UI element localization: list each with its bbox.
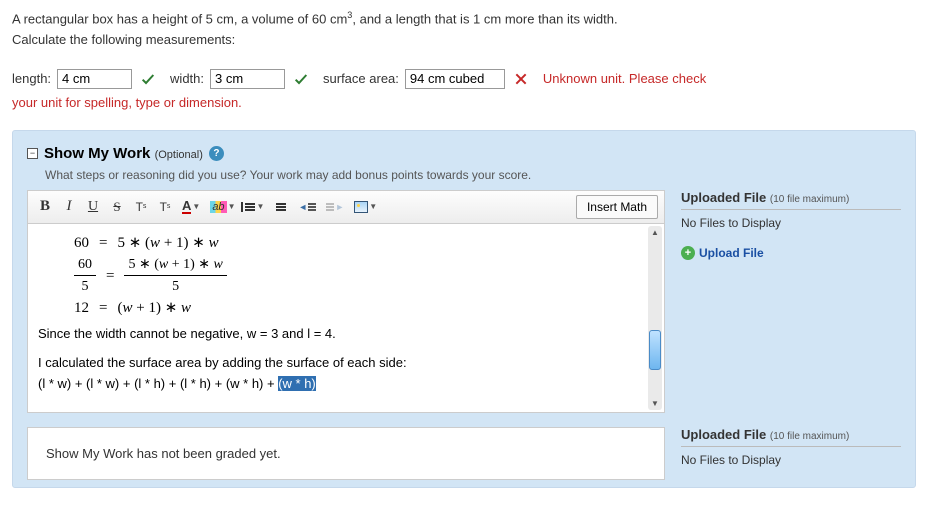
answers-row: length: width: surface area: Unknown uni… xyxy=(12,69,916,89)
collapse-toggle[interactable]: − xyxy=(27,148,38,159)
work-paragraph-1: Since the width cannot be negative, w = … xyxy=(38,326,644,341)
editor-scrollbar[interactable]: ▲ ▼ xyxy=(648,226,662,410)
math-eq: = xyxy=(106,265,114,288)
insert-math-button[interactable]: Insert Math xyxy=(576,195,658,219)
math-fraction-right: 5 ∗ (w + 1) ∗ w 5 xyxy=(124,254,226,297)
length-label: length: xyxy=(12,71,51,86)
file-max-note: (10 file maximum) xyxy=(770,194,849,205)
no-files-message: No Files to Display xyxy=(681,453,901,467)
show-my-work-hint: What steps or reasoning did you use? You… xyxy=(45,168,901,182)
show-my-work-title: Show My Work (Optional) xyxy=(44,145,203,162)
cross-icon xyxy=(513,71,529,87)
editor-textarea[interactable]: 60 = 5 ∗ (w + 1) ∗ w 605 = 5 ∗ (w + xyxy=(27,223,665,413)
uploaded-file-panel-readonly: Uploaded File (10 file maximum) No Files… xyxy=(681,427,901,481)
strikethrough-button[interactable]: S xyxy=(106,196,128,218)
bulleted-list-button[interactable] xyxy=(270,196,292,218)
file-max-note: (10 file maximum) xyxy=(770,431,849,442)
no-files-message: No Files to Display xyxy=(681,216,901,230)
problem-text: A rectangular box has a height of 5 cm, … xyxy=(12,8,916,51)
graded-status-text: Show My Work has not been graded yet. xyxy=(46,446,281,461)
help-icon[interactable]: ? xyxy=(209,146,224,161)
math-rhs: 5 ∗ (w + 1) ∗ w xyxy=(117,232,218,255)
highlight-color-button[interactable]: ab▼ xyxy=(206,196,239,218)
editor-toolbar: B I U S Ts Ts A▼ ab▼ ▼ ◄ ► ▼ Insert Math xyxy=(27,190,665,223)
length-input[interactable] xyxy=(57,69,132,89)
bold-button[interactable]: B xyxy=(34,196,56,218)
check-icon xyxy=(293,71,309,87)
surface-area-label: surface area: xyxy=(323,71,399,86)
math-rhs: (w + 1) ∗ w xyxy=(117,297,191,320)
scroll-up-arrow[interactable]: ▲ xyxy=(651,226,659,239)
optional-label: (Optional) xyxy=(155,149,203,161)
surface-area-input[interactable] xyxy=(405,69,505,89)
insert-image-button[interactable]: ▼ xyxy=(350,196,381,218)
show-my-work-panel: − Show My Work (Optional) ? What steps o… xyxy=(12,130,916,488)
problem-line-1a: A rectangular box has a height of 5 cm, … xyxy=(12,11,347,26)
scroll-thumb[interactable] xyxy=(649,330,661,370)
numbered-list-button[interactable]: ▼ xyxy=(241,196,268,218)
width-label: width: xyxy=(170,71,204,86)
work-paragraph-2: I calculated the surface area by adding … xyxy=(38,355,644,370)
superscript-button[interactable]: Ts xyxy=(130,196,152,218)
work-paragraph-3: (l * w) + (l * w) + (l * h) + (l * h) + … xyxy=(38,376,644,391)
upload-file-link[interactable]: + Upload File xyxy=(681,246,764,260)
problem-line-1b: , and a length that is 1 cm more than it… xyxy=(352,11,617,26)
plus-icon: + xyxy=(681,246,695,260)
selected-text: (w * h) xyxy=(278,376,316,391)
graded-status-box: Show My Work has not been graded yet. xyxy=(27,427,665,480)
check-icon xyxy=(140,71,156,87)
width-input[interactable] xyxy=(210,69,285,89)
error-text-2: your unit for spelling, type or dimensio… xyxy=(12,95,916,110)
font-color-button[interactable]: A▼ xyxy=(178,196,204,218)
image-icon xyxy=(354,201,368,213)
italic-button[interactable]: I xyxy=(58,196,80,218)
underline-button[interactable]: U xyxy=(82,196,104,218)
scroll-down-arrow[interactable]: ▼ xyxy=(651,397,659,410)
subscript-button[interactable]: Ts xyxy=(154,196,176,218)
uploaded-file-panel: Uploaded File (10 file maximum) No Files… xyxy=(681,190,901,260)
error-text-1: Unknown unit. Please check xyxy=(543,71,706,86)
math-lhs: 60 xyxy=(74,232,89,255)
problem-line-2: Calculate the following measurements: xyxy=(12,32,235,47)
math-eq: = xyxy=(99,232,107,255)
math-eq: = xyxy=(99,297,107,320)
uploaded-file-heading: Uploaded File xyxy=(681,427,766,442)
outdent-button[interactable]: ◄ xyxy=(294,196,320,218)
indent-button[interactable]: ► xyxy=(322,196,348,218)
math-fraction-left: 605 xyxy=(74,254,96,297)
uploaded-file-heading: Uploaded File xyxy=(681,190,766,205)
math-lhs: 12 xyxy=(74,297,89,320)
